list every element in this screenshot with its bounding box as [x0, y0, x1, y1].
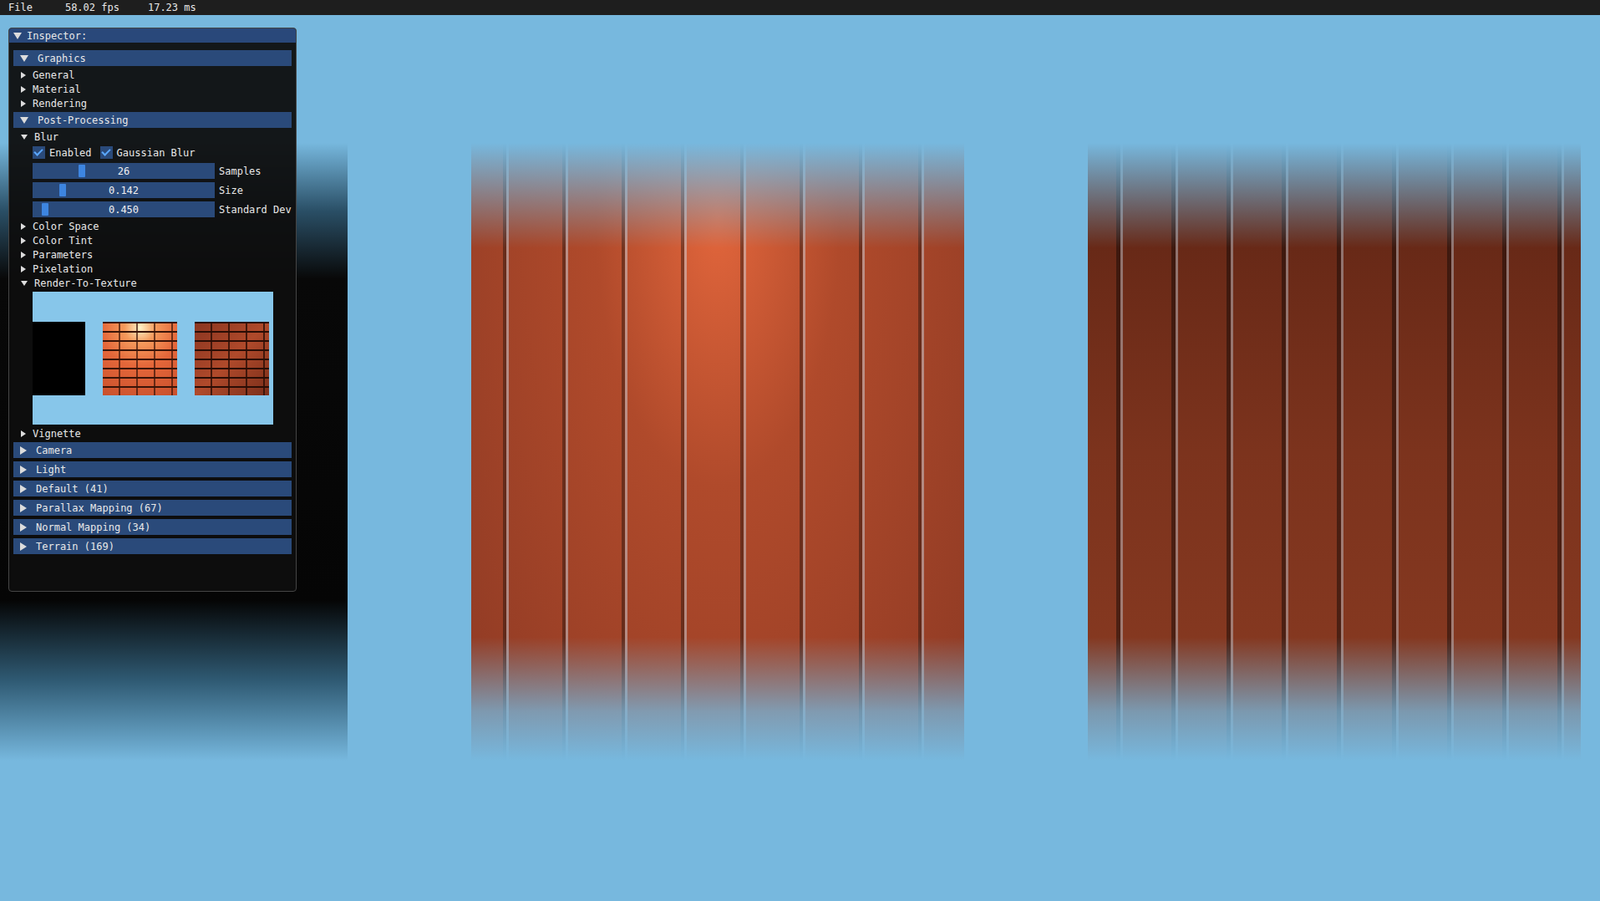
section-header[interactable]: Light	[13, 461, 292, 478]
tree-node[interactable]: Pixelation	[13, 261, 292, 276]
menu-bar: File 58.02 fps 17.23 ms	[0, 0, 1600, 16]
slider-label: Samples	[218, 163, 262, 179]
slider-label: Size	[218, 182, 244, 199]
slider-grab[interactable]	[78, 164, 86, 178]
expand-arrow-icon[interactable]	[20, 523, 27, 532]
section-header[interactable]: Default (41)	[13, 480, 292, 497]
slider-label: Standard Dev	[218, 202, 292, 218]
checkbox[interactable]: Enabled	[32, 145, 92, 161]
node-label: Color Tint	[32, 233, 93, 249]
expand-arrow-icon[interactable]	[20, 430, 26, 437]
expand-arrow-icon[interactable]	[20, 542, 27, 551]
inspector-window[interactable]: Inspector:GraphicsGeneralMaterialRenderi…	[8, 27, 297, 592]
section-label: Terrain (169)	[35, 538, 115, 554]
fps-readout: 58.02 fps	[65, 2, 120, 13]
tree-node[interactable]: Material	[13, 81, 292, 97]
node-label: Material	[32, 81, 82, 97]
inspector-title: Inspector:	[26, 28, 87, 44]
checkbox-box[interactable]	[32, 146, 46, 159]
expand-arrow-icon[interactable]	[20, 86, 26, 93]
section-label: Parallax Mapping (67)	[35, 500, 163, 516]
expand-arrow-icon[interactable]	[20, 465, 27, 474]
expand-arrow-icon[interactable]	[20, 446, 27, 455]
section-header[interactable]: Post-Processing	[13, 111, 292, 128]
section-label: Camera	[35, 442, 72, 458]
slider-row: 0.450 Standard Dev	[13, 201, 292, 218]
slider-row: 26 Samples	[13, 162, 292, 179]
section-label: Post-Processing	[37, 112, 128, 128]
tree-node[interactable]: Color Tint	[13, 233, 292, 248]
render-texture-thumbnail	[102, 321, 178, 396]
node-label: Pixelation	[32, 261, 93, 277]
expand-arrow-icon[interactable]	[20, 55, 29, 62]
section-label: Normal Mapping (34)	[35, 519, 151, 535]
scene-wall	[471, 142, 965, 761]
section-label: Default (41)	[35, 481, 109, 497]
node-label: Blur	[34, 129, 59, 145]
expand-arrow-icon[interactable]	[20, 134, 28, 140]
slider-value: 0.450	[108, 202, 139, 218]
checkbox-label: Enabled	[49, 145, 92, 161]
texture-preview	[32, 291, 274, 425]
section-header[interactable]: Graphics	[13, 50, 292, 67]
checkbox-row: Enabled Gaussian Blur	[13, 143, 292, 162]
expand-arrow-icon[interactable]	[20, 484, 27, 493]
slider-track[interactable]: 26	[32, 162, 215, 179]
node-label: Vignette	[32, 426, 82, 442]
slider-track[interactable]: 0.450	[32, 201, 215, 218]
slider-row: 0.142 Size	[13, 182, 292, 199]
tree-node[interactable]: Render-To-Texture	[13, 275, 292, 290]
slider-value: 26	[117, 163, 130, 179]
node-label: Color Space	[32, 218, 99, 234]
expand-arrow-icon[interactable]	[20, 116, 29, 124]
section-label: Graphics	[37, 50, 87, 67]
tree-node[interactable]: Vignette	[13, 426, 292, 441]
section-header[interactable]: Camera	[13, 441, 292, 458]
frame-time-readout: 17.23 ms	[147, 2, 197, 13]
menu-item[interactable]: File	[8, 2, 33, 13]
slider-track[interactable]: 0.142	[32, 182, 215, 199]
node-label: Parameters	[32, 247, 93, 263]
slider-value: 0.142	[108, 182, 139, 199]
expand-arrow-icon[interactable]	[20, 265, 26, 273]
section-header[interactable]: Terrain (169)	[13, 538, 292, 554]
tree-node[interactable]: Parameters	[13, 247, 292, 262]
scene-wall	[1087, 142, 1581, 761]
expand-arrow-icon[interactable]	[20, 503, 27, 513]
inspector-body: GraphicsGeneralMaterialRenderingPost-Pro…	[9, 42, 296, 556]
section-header[interactable]: Parallax Mapping (67)	[13, 499, 292, 516]
tree-node[interactable]: General	[13, 67, 292, 82]
node-label: Render-To-Texture	[34, 275, 138, 291]
expand-arrow-icon[interactable]	[20, 100, 26, 107]
texture-preview-wrap	[13, 289, 292, 427]
expand-arrow-icon[interactable]	[20, 251, 26, 259]
tree-node[interactable]: Color Space	[13, 218, 292, 234]
checkbox-label: Gaussian Blur	[116, 145, 196, 161]
render-texture-thumbnail	[194, 321, 270, 396]
expand-arrow-icon[interactable]	[20, 71, 26, 79]
section-header[interactable]: Normal Mapping (34)	[13, 518, 292, 535]
render-texture-thumbnail	[32, 321, 86, 396]
checkbox[interactable]: Gaussian Blur	[100, 145, 196, 161]
section-label: Light	[35, 462, 67, 478]
slider-grab[interactable]	[41, 203, 49, 216]
expand-arrow-icon[interactable]	[20, 280, 28, 286]
node-label: Rendering	[32, 96, 87, 112]
expand-arrow-icon[interactable]	[20, 223, 26, 230]
tree-node[interactable]: Blur	[13, 129, 292, 144]
collapse-arrow-icon[interactable]	[13, 32, 22, 40]
inspector-title-bar[interactable]: Inspector:	[9, 28, 296, 43]
checkbox-box[interactable]	[100, 146, 113, 159]
node-label: General	[32, 67, 76, 83]
slider-grab[interactable]	[59, 183, 67, 197]
expand-arrow-icon[interactable]	[20, 237, 26, 244]
tree-node[interactable]: Rendering	[13, 96, 292, 111]
